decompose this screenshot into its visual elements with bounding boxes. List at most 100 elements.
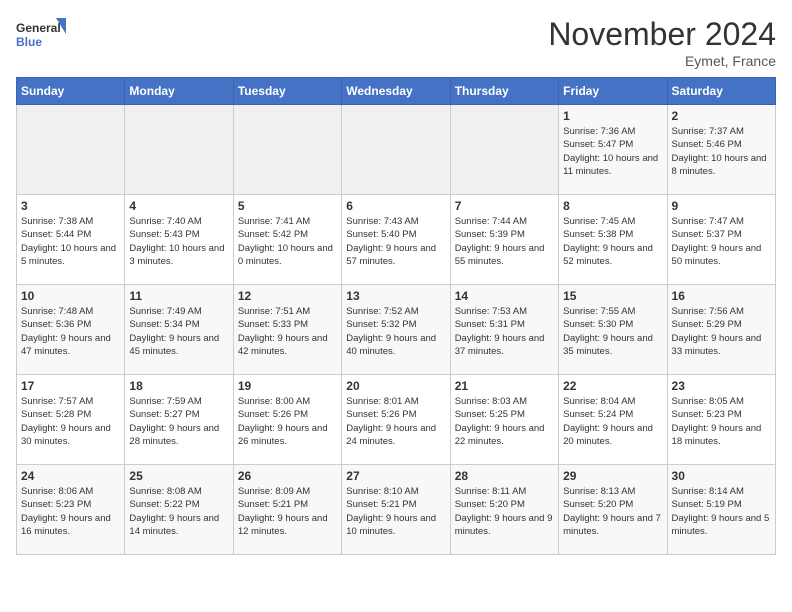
calendar-cell: 12 Sunrise: 7:51 AM Sunset: 5:33 PM Dayli… [233, 285, 341, 375]
day-content: Sunrise: 8:03 AM Sunset: 5:25 PM Dayligh… [455, 395, 554, 448]
calendar-cell: 2Sunrise: 7:37 AM Sunset: 5:46 PM Daylig… [667, 105, 775, 195]
calendar-cell: 20 Sunrise: 8:01 AM Sunset: 5:26 PM Dayli… [342, 375, 450, 465]
day-number: 1 [563, 109, 662, 123]
day-number: 3 [21, 199, 120, 213]
calendar-cell: 7Sunrise: 7:44 AM Sunset: 5:39 PM Daylig… [450, 195, 558, 285]
day-content: Sunrise: 7:48 AM Sunset: 5:36 PM Dayligh… [21, 305, 120, 358]
day-content: Sunrise: 7:43 AM Sunset: 5:40 PM Dayligh… [346, 215, 445, 268]
day-number: 2 [672, 109, 771, 123]
day-header-monday: Monday [125, 78, 233, 105]
day-content: Sunrise: 8:06 AM Sunset: 5:23 PM Dayligh… [21, 485, 120, 538]
day-number: 26 [238, 469, 337, 483]
calendar-cell: 8Sunrise: 7:45 AM Sunset: 5:38 PM Daylig… [559, 195, 667, 285]
day-header-sunday: Sunday [17, 78, 125, 105]
calendar-table: SundayMondayTuesdayWednesdayThursdayFrid… [16, 77, 776, 555]
day-number: 10 [21, 289, 120, 303]
day-header-wednesday: Wednesday [342, 78, 450, 105]
calendar-cell: 28Sunrise: 8:11 AM Sunset: 5:20 PM Dayli… [450, 465, 558, 555]
day-number: 12 [238, 289, 337, 303]
day-content: Sunrise: 8:01 AM Sunset: 5:26 PM Dayligh… [346, 395, 445, 448]
day-content: Sunrise: 7:41 AM Sunset: 5:42 PM Dayligh… [238, 215, 337, 268]
day-number: 17 [21, 379, 120, 393]
calendar-cell: 29 Sunrise: 8:13 AM Sunset: 5:20 PM Dayli… [559, 465, 667, 555]
day-number: 18 [129, 379, 228, 393]
calendar-cell: 13 Sunrise: 7:52 AM Sunset: 5:32 PM Dayli… [342, 285, 450, 375]
calendar-cell: 11 Sunrise: 7:49 AM Sunset: 5:34 PM Dayli… [125, 285, 233, 375]
calendar-cell: 16 Sunrise: 7:56 AM Sunset: 5:29 PM Dayli… [667, 285, 775, 375]
day-content: Sunrise: 7:36 AM Sunset: 5:47 PM Dayligh… [563, 125, 662, 178]
calendar-week-4: 17 Sunrise: 7:57 AM Sunset: 5:28 PM Dayli… [17, 375, 776, 465]
day-number: 5 [238, 199, 337, 213]
calendar-cell: 26Sunrise: 8:09 AM Sunset: 5:21 PM Dayli… [233, 465, 341, 555]
day-content: Sunrise: 7:56 AM Sunset: 5:29 PM Dayligh… [672, 305, 771, 358]
day-number: 30 [672, 469, 771, 483]
day-content: Sunrise: 8:05 AM Sunset: 5:23 PM Dayligh… [672, 395, 771, 448]
logo: General Blue [16, 16, 66, 56]
day-number: 7 [455, 199, 554, 213]
svg-text:General: General [16, 21, 61, 35]
day-number: 14 [455, 289, 554, 303]
calendar-cell: 3 Sunrise: 7:38 AM Sunset: 5:44 PM Daylig… [17, 195, 125, 285]
day-number: 19 [238, 379, 337, 393]
calendar-header-row: SundayMondayTuesdayWednesdayThursdayFrid… [17, 78, 776, 105]
day-content: Sunrise: 7:38 AM Sunset: 5:44 PM Dayligh… [21, 215, 120, 268]
day-number: 29 [563, 469, 662, 483]
calendar-cell: 4 Sunrise: 7:40 AM Sunset: 5:43 PM Daylig… [125, 195, 233, 285]
day-number: 20 [346, 379, 445, 393]
calendar-cell: 5 Sunrise: 7:41 AM Sunset: 5:42 PM Daylig… [233, 195, 341, 285]
calendar-week-2: 3 Sunrise: 7:38 AM Sunset: 5:44 PM Daylig… [17, 195, 776, 285]
calendar-cell: 15 Sunrise: 7:55 AM Sunset: 5:30 PM Dayli… [559, 285, 667, 375]
calendar-cell: 14 Sunrise: 7:53 AM Sunset: 5:31 PM Dayli… [450, 285, 558, 375]
day-content: Sunrise: 7:49 AM Sunset: 5:34 PM Dayligh… [129, 305, 228, 358]
day-content: Sunrise: 7:53 AM Sunset: 5:31 PM Dayligh… [455, 305, 554, 358]
day-number: 6 [346, 199, 445, 213]
day-content: Sunrise: 7:59 AM Sunset: 5:27 PM Dayligh… [129, 395, 228, 448]
calendar-cell: 27Sunrise: 8:10 AM Sunset: 5:21 PM Dayli… [342, 465, 450, 555]
calendar-cell: 10 Sunrise: 7:48 AM Sunset: 5:36 PM Dayli… [17, 285, 125, 375]
day-content: Sunrise: 7:40 AM Sunset: 5:43 PM Dayligh… [129, 215, 228, 268]
day-number: 13 [346, 289, 445, 303]
day-number: 22 [563, 379, 662, 393]
calendar-week-3: 10 Sunrise: 7:48 AM Sunset: 5:36 PM Dayli… [17, 285, 776, 375]
location: Eymet, France [548, 53, 776, 69]
calendar-cell: 23Sunrise: 8:05 AM Sunset: 5:23 PM Dayli… [667, 375, 775, 465]
day-number: 4 [129, 199, 228, 213]
day-header-saturday: Saturday [667, 78, 775, 105]
day-number: 11 [129, 289, 228, 303]
day-content: Sunrise: 8:11 AM Sunset: 5:20 PM Dayligh… [455, 485, 554, 538]
day-content: Sunrise: 7:55 AM Sunset: 5:30 PM Dayligh… [563, 305, 662, 358]
day-content: Sunrise: 7:45 AM Sunset: 5:38 PM Dayligh… [563, 215, 662, 268]
day-number: 25 [129, 469, 228, 483]
day-content: Sunrise: 7:52 AM Sunset: 5:32 PM Dayligh… [346, 305, 445, 358]
calendar-week-5: 24 Sunrise: 8:06 AM Sunset: 5:23 PM Dayli… [17, 465, 776, 555]
day-content: Sunrise: 7:51 AM Sunset: 5:33 PM Dayligh… [238, 305, 337, 358]
calendar-cell [233, 105, 341, 195]
day-number: 21 [455, 379, 554, 393]
day-content: Sunrise: 8:13 AM Sunset: 5:20 PM Dayligh… [563, 485, 662, 538]
calendar-cell: 17 Sunrise: 7:57 AM Sunset: 5:28 PM Dayli… [17, 375, 125, 465]
calendar-cell: 9 Sunrise: 7:47 AM Sunset: 5:37 PM Daylig… [667, 195, 775, 285]
calendar-cell: 22Sunrise: 8:04 AM Sunset: 5:24 PM Dayli… [559, 375, 667, 465]
calendar-cell: 21 Sunrise: 8:03 AM Sunset: 5:25 PM Dayli… [450, 375, 558, 465]
calendar-cell [17, 105, 125, 195]
calendar-cell [450, 105, 558, 195]
day-number: 9 [672, 199, 771, 213]
calendar-cell: 18 Sunrise: 7:59 AM Sunset: 5:27 PM Dayli… [125, 375, 233, 465]
logo-svg: General Blue [16, 16, 66, 56]
calendar-week-1: 1 Sunrise: 7:36 AM Sunset: 5:47 PM Daylig… [17, 105, 776, 195]
day-header-tuesday: Tuesday [233, 78, 341, 105]
day-number: 15 [563, 289, 662, 303]
calendar-cell [342, 105, 450, 195]
day-content: Sunrise: 7:57 AM Sunset: 5:28 PM Dayligh… [21, 395, 120, 448]
calendar-cell: 1 Sunrise: 7:36 AM Sunset: 5:47 PM Daylig… [559, 105, 667, 195]
day-content: Sunrise: 8:10 AM Sunset: 5:21 PM Dayligh… [346, 485, 445, 538]
calendar-cell [125, 105, 233, 195]
header: General Blue November 2024 Eymet, France [16, 16, 776, 69]
calendar-cell: 19Sunrise: 8:00 AM Sunset: 5:26 PM Dayli… [233, 375, 341, 465]
calendar-cell: 24 Sunrise: 8:06 AM Sunset: 5:23 PM Dayli… [17, 465, 125, 555]
day-number: 16 [672, 289, 771, 303]
month-title: November 2024 [548, 16, 776, 53]
day-number: 24 [21, 469, 120, 483]
day-content: Sunrise: 7:47 AM Sunset: 5:37 PM Dayligh… [672, 215, 771, 268]
day-content: Sunrise: 8:08 AM Sunset: 5:22 PM Dayligh… [129, 485, 228, 538]
